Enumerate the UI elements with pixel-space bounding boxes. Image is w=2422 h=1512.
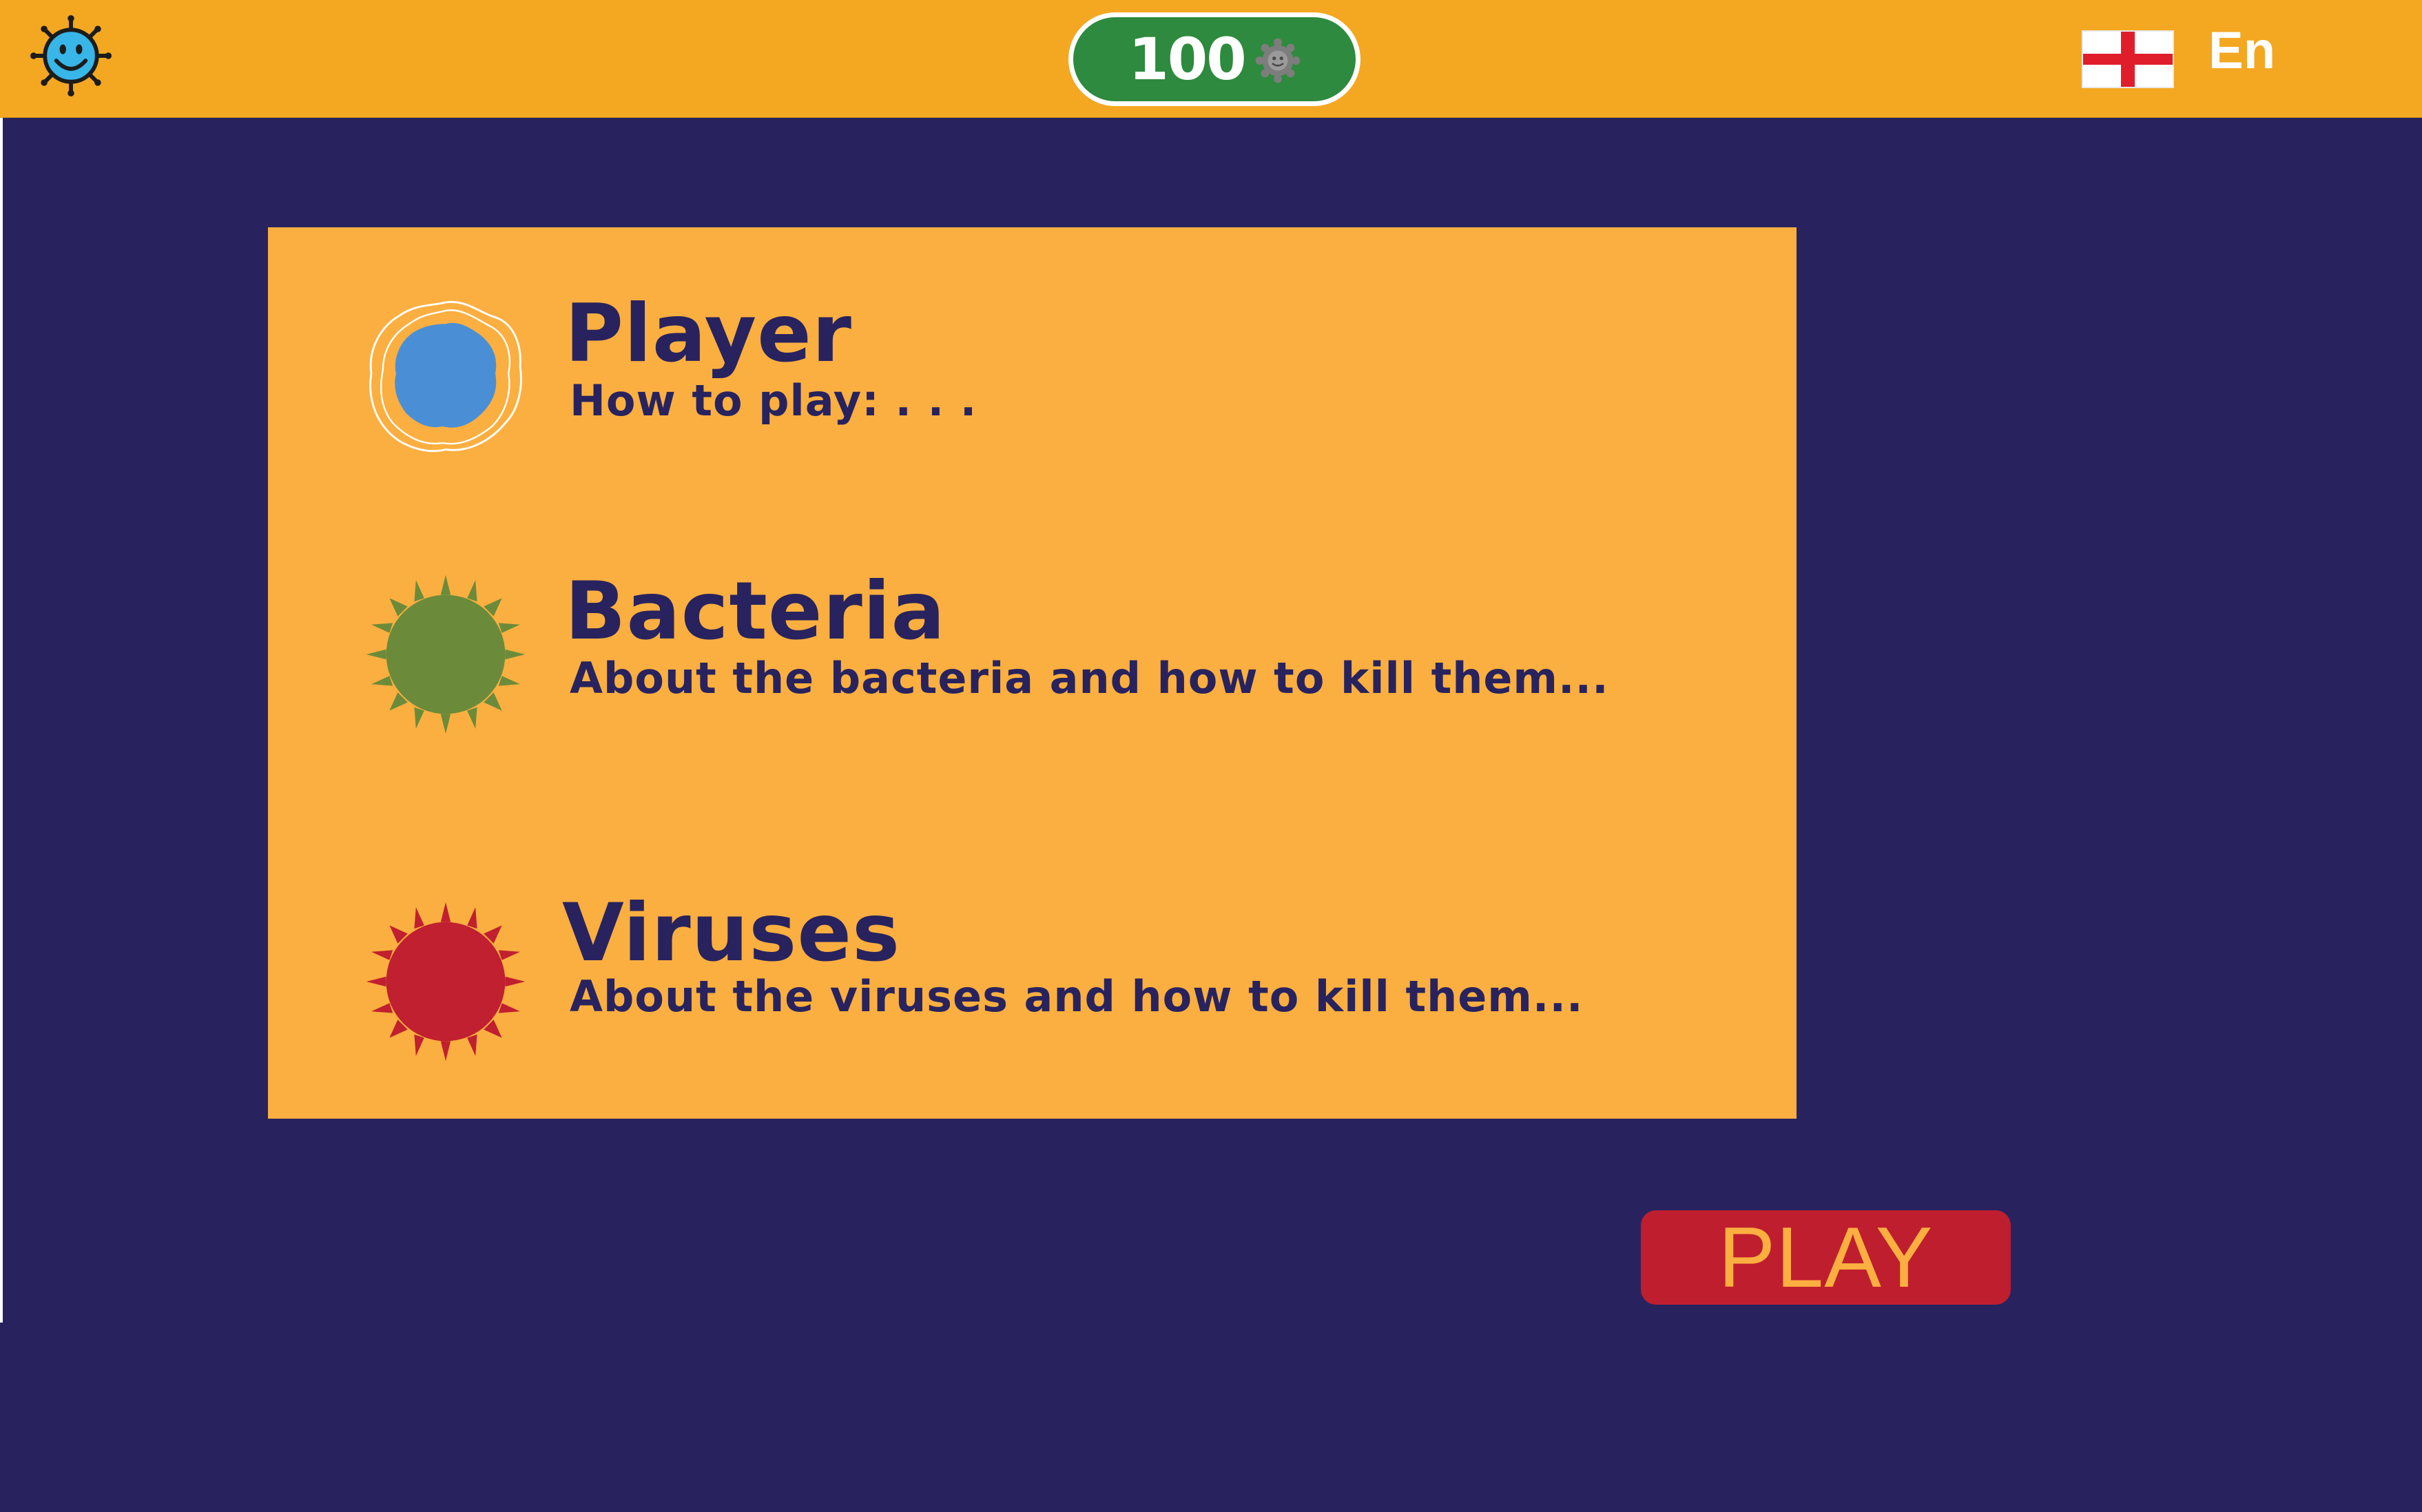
gear-germ-icon xyxy=(1255,38,1301,83)
smiling-germ-icon[interactable] xyxy=(30,15,112,96)
info-panel: Player How to play: . . . Bacteria About… xyxy=(268,227,1797,1119)
green-spiky-bacteria-icon xyxy=(366,574,526,734)
red-spiky-virus-icon xyxy=(366,902,526,1061)
left-edge-strip xyxy=(0,0,3,1323)
coin-counter: 100 xyxy=(1068,12,1360,106)
blue-cell-icon xyxy=(369,300,522,453)
item-title: Player xyxy=(565,287,852,380)
play-button[interactable]: PLAY xyxy=(1641,1210,2011,1305)
item-description: About the viruses and how to kill them..… xyxy=(570,971,1584,1022)
item-description: How to play: . . . xyxy=(570,375,977,426)
england-flag-icon[interactable] xyxy=(2082,30,2174,88)
top-bar: 100 En xyxy=(0,0,2422,118)
language-label[interactable]: En xyxy=(2208,25,2275,77)
score-value: 100 xyxy=(1128,25,1246,93)
play-button-label: PLAY xyxy=(1718,1210,1934,1305)
item-title: Viruses xyxy=(562,887,901,980)
item-title: Bacteria xyxy=(565,565,946,658)
flag-cross-horizontal xyxy=(2083,54,2173,65)
item-description: About the bacteria and how to kill them.… xyxy=(570,653,1609,703)
